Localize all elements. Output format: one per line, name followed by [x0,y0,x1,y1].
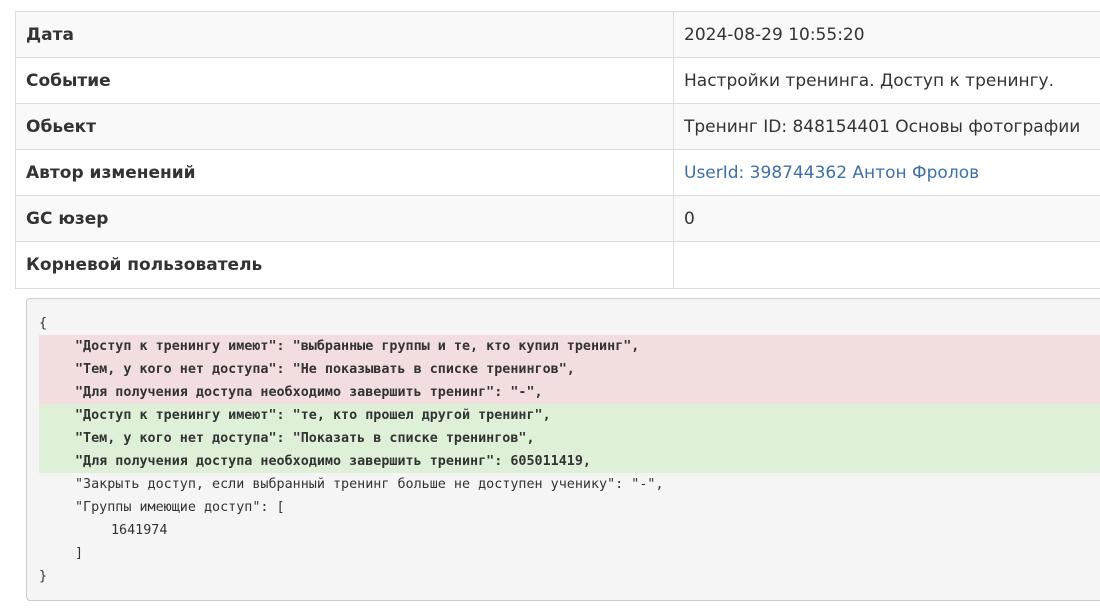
object-value: Тренинг ID: 848154401 Основы фотографии [673,103,1100,150]
row-event: Событие Настройки тренинга. Доступ к тре… [15,57,1100,104]
diff-line-added: "Доступ к тренингу имеют": "те, кто прош… [39,404,1100,427]
diff-line-added: "Для получения доступа необходимо заверш… [39,450,1100,473]
json-diff-block: { "Доступ к тренингу имеют": "выбранные … [26,298,1100,601]
row-date: Дата 2024-08-29 10:55:20 [15,11,1100,58]
row-object: Обьект Тренинг ID: 848154401 Основы фото… [15,103,1100,150]
change-details-table: Дата 2024-08-29 10:55:20 Событие Настрой… [15,11,1100,289]
object-label: Обьект [15,103,674,150]
diff-line-close-bracket: ] [75,546,84,561]
gc-user-value: 0 [673,195,1100,242]
diff-line-open-brace: { [39,316,48,331]
author-link[interactable]: UserId: 398744362 Антон Фролов [684,163,979,183]
event-label: Событие [15,57,674,104]
diff-line-unchanged: "Группы имеющие доступ": [ [75,500,285,515]
diff-line-removed: "Доступ к тренингу имеют": "выбранные гр… [39,335,1100,358]
diff-line-added: "Тем, у кого нет доступа": "Показать в с… [39,427,1100,450]
diff-line-close-brace: } [39,569,48,584]
diff-line-removed: "Для получения доступа необходимо заверш… [39,381,1100,404]
gc-user-label: GC юзер [15,195,674,242]
date-value: 2024-08-29 10:55:20 [673,11,1100,58]
row-author: Автор изменений UserId: 398744362 Антон … [15,149,1100,196]
row-gc-user: GC юзер 0 [15,195,1100,242]
author-label: Автор изменений [15,149,674,196]
date-label: Дата [15,11,674,58]
event-value: Настройки тренинга. Доступ к тренингу. [673,57,1100,104]
diff-line-group-id: 1641974 [111,523,168,538]
row-root-user: Корневой пользователь [15,241,1100,289]
diff-line-removed: "Тем, у кого нет доступа": "Не показыват… [39,358,1100,381]
author-cell: UserId: 398744362 Антон Фролов [673,149,1100,196]
diff-line-unchanged: "Закрыть доступ, если выбранный тренинг … [75,477,664,492]
root-user-label: Корневой пользователь [15,241,674,289]
root-user-value [673,241,1100,289]
